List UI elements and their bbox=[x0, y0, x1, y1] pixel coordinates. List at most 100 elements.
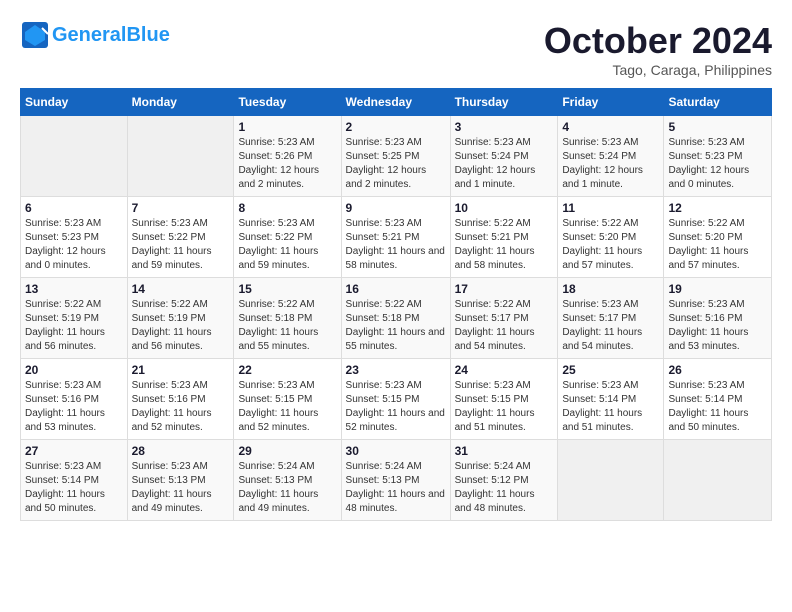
cell-info: Sunrise: 5:23 AM Sunset: 5:23 PM Dayligh… bbox=[668, 136, 767, 192]
calendar-cell: 22Sunrise: 5:23 AM Sunset: 5:15 PM Dayli… bbox=[234, 359, 341, 440]
day-number: 2 bbox=[346, 120, 446, 134]
cell-info: Sunrise: 5:22 AM Sunset: 5:20 PM Dayligh… bbox=[668, 217, 767, 273]
cell-info: Sunrise: 5:23 AM Sunset: 5:15 PM Dayligh… bbox=[346, 379, 446, 435]
calendar-cell bbox=[21, 116, 128, 197]
logo: GeneralBlue bbox=[20, 20, 170, 50]
calendar-week-row: 1 Sunrise: 5:23 AM Sunset: 5:26 PM Daylig… bbox=[21, 116, 772, 197]
day-number: 31 bbox=[455, 444, 554, 458]
cell-info: Sunrise: 5:23 AM Sunset: 5:26 PM Dayligh… bbox=[238, 136, 336, 192]
cell-info: Sunrise: 5:22 AM Sunset: 5:21 PM Dayligh… bbox=[455, 217, 554, 273]
day-number: 11 bbox=[562, 201, 659, 215]
day-number: 23 bbox=[346, 363, 446, 377]
title-block: October 2024 Tago, Caraga, Philippines bbox=[544, 20, 772, 78]
column-header-friday: Friday bbox=[558, 89, 664, 116]
logo-text-blue: Blue bbox=[126, 24, 169, 46]
calendar-cell: 24 Sunrise: 5:23 AM Sunset: 5:15 PM Dayli… bbox=[450, 359, 558, 440]
calendar-cell: 17 Sunrise: 5:22 AM Sunset: 5:17 PM Dayli… bbox=[450, 278, 558, 359]
day-number: 17 bbox=[455, 282, 554, 296]
calendar-cell: 28 Sunrise: 5:23 AM Sunset: 5:13 PM Dayli… bbox=[127, 440, 234, 521]
calendar-cell: 1 Sunrise: 5:23 AM Sunset: 5:26 PM Daylig… bbox=[234, 116, 341, 197]
calendar-cell: 20 Sunrise: 5:23 AM Sunset: 5:16 PM Dayli… bbox=[21, 359, 128, 440]
column-header-tuesday: Tuesday bbox=[234, 89, 341, 116]
logo-icon bbox=[20, 20, 50, 50]
cell-info: Sunrise: 5:23 AM Sunset: 5:21 PM Dayligh… bbox=[346, 217, 446, 273]
calendar-week-row: 13 Sunrise: 5:22 AM Sunset: 5:19 PM Dayli… bbox=[21, 278, 772, 359]
day-number: 24 bbox=[455, 363, 554, 377]
calendar-cell: 26 Sunrise: 5:23 AM Sunset: 5:14 PM Dayli… bbox=[664, 359, 772, 440]
cell-info: Sunrise: 5:23 AM Sunset: 5:14 PM Dayligh… bbox=[562, 379, 659, 435]
cell-info: Sunrise: 5:22 AM Sunset: 5:20 PM Dayligh… bbox=[562, 217, 659, 273]
day-number: 16 bbox=[346, 282, 446, 296]
calendar-cell: 3Sunrise: 5:23 AM Sunset: 5:24 PM Daylig… bbox=[450, 116, 558, 197]
calendar-header-row: SundayMondayTuesdayWednesdayThursdayFrid… bbox=[21, 89, 772, 116]
calendar-cell: 23 Sunrise: 5:23 AM Sunset: 5:15 PM Dayli… bbox=[341, 359, 450, 440]
logo-text: GeneralBlue bbox=[52, 24, 170, 47]
location: Tago, Caraga, Philippines bbox=[544, 62, 772, 78]
cell-info: Sunrise: 5:22 AM Sunset: 5:18 PM Dayligh… bbox=[346, 298, 446, 354]
cell-info: Sunrise: 5:23 AM Sunset: 5:25 PM Dayligh… bbox=[346, 136, 446, 192]
cell-info: Sunrise: 5:22 AM Sunset: 5:17 PM Dayligh… bbox=[455, 298, 554, 354]
day-number: 6 bbox=[25, 201, 123, 215]
day-number: 1 bbox=[238, 120, 336, 134]
cell-info: Sunrise: 5:23 AM Sunset: 5:22 PM Dayligh… bbox=[238, 217, 336, 273]
cell-info: Sunrise: 5:23 AM Sunset: 5:16 PM Dayligh… bbox=[132, 379, 230, 435]
cell-info: Sunrise: 5:24 AM Sunset: 5:13 PM Dayligh… bbox=[346, 460, 446, 516]
calendar-cell bbox=[664, 440, 772, 521]
calendar-cell: 13 Sunrise: 5:22 AM Sunset: 5:19 PM Dayli… bbox=[21, 278, 128, 359]
day-number: 5 bbox=[668, 120, 767, 134]
column-header-saturday: Saturday bbox=[664, 89, 772, 116]
month-title: October 2024 bbox=[544, 20, 772, 62]
cell-info: Sunrise: 5:22 AM Sunset: 5:19 PM Dayligh… bbox=[132, 298, 230, 354]
calendar-cell: 5 Sunrise: 5:23 AM Sunset: 5:23 PM Daylig… bbox=[664, 116, 772, 197]
day-number: 28 bbox=[132, 444, 230, 458]
column-header-monday: Monday bbox=[127, 89, 234, 116]
cell-info: Sunrise: 5:23 AM Sunset: 5:24 PM Dayligh… bbox=[562, 136, 659, 192]
cell-info: Sunrise: 5:22 AM Sunset: 5:18 PM Dayligh… bbox=[238, 298, 336, 354]
day-number: 4 bbox=[562, 120, 659, 134]
cell-info: Sunrise: 5:23 AM Sunset: 5:16 PM Dayligh… bbox=[25, 379, 123, 435]
calendar-cell: 27Sunrise: 5:23 AM Sunset: 5:14 PM Dayli… bbox=[21, 440, 128, 521]
calendar-cell: 16 Sunrise: 5:22 AM Sunset: 5:18 PM Dayli… bbox=[341, 278, 450, 359]
day-number: 22 bbox=[238, 363, 336, 377]
calendar-cell: 11 Sunrise: 5:22 AM Sunset: 5:20 PM Dayli… bbox=[558, 197, 664, 278]
calendar-cell: 25 Sunrise: 5:23 AM Sunset: 5:14 PM Dayli… bbox=[558, 359, 664, 440]
day-number: 29 bbox=[238, 444, 336, 458]
calendar-cell: 10 Sunrise: 5:22 AM Sunset: 5:21 PM Dayli… bbox=[450, 197, 558, 278]
day-number: 8 bbox=[238, 201, 336, 215]
calendar-cell: 4 Sunrise: 5:23 AM Sunset: 5:24 PM Daylig… bbox=[558, 116, 664, 197]
day-number: 9 bbox=[346, 201, 446, 215]
day-number: 7 bbox=[132, 201, 230, 215]
calendar-cell: 19Sunrise: 5:23 AM Sunset: 5:16 PM Dayli… bbox=[664, 278, 772, 359]
cell-info: Sunrise: 5:22 AM Sunset: 5:19 PM Dayligh… bbox=[25, 298, 123, 354]
calendar-cell: 2 Sunrise: 5:23 AM Sunset: 5:25 PM Daylig… bbox=[341, 116, 450, 197]
day-number: 10 bbox=[455, 201, 554, 215]
cell-info: Sunrise: 5:24 AM Sunset: 5:13 PM Dayligh… bbox=[238, 460, 336, 516]
column-header-sunday: Sunday bbox=[21, 89, 128, 116]
calendar-table: SundayMondayTuesdayWednesdayThursdayFrid… bbox=[20, 88, 772, 521]
calendar-week-row: 27Sunrise: 5:23 AM Sunset: 5:14 PM Dayli… bbox=[21, 440, 772, 521]
column-header-wednesday: Wednesday bbox=[341, 89, 450, 116]
day-number: 25 bbox=[562, 363, 659, 377]
calendar-week-row: 20 Sunrise: 5:23 AM Sunset: 5:16 PM Dayli… bbox=[21, 359, 772, 440]
day-number: 20 bbox=[25, 363, 123, 377]
day-number: 21 bbox=[132, 363, 230, 377]
day-number: 26 bbox=[668, 363, 767, 377]
calendar-cell: 15Sunrise: 5:22 AM Sunset: 5:18 PM Dayli… bbox=[234, 278, 341, 359]
day-number: 18 bbox=[562, 282, 659, 296]
calendar-cell: 18Sunrise: 5:23 AM Sunset: 5:17 PM Dayli… bbox=[558, 278, 664, 359]
cell-info: Sunrise: 5:23 AM Sunset: 5:22 PM Dayligh… bbox=[132, 217, 230, 273]
cell-info: Sunrise: 5:23 AM Sunset: 5:13 PM Dayligh… bbox=[132, 460, 230, 516]
calendar-cell: 29 Sunrise: 5:24 AM Sunset: 5:13 PM Dayli… bbox=[234, 440, 341, 521]
cell-info: Sunrise: 5:23 AM Sunset: 5:24 PM Dayligh… bbox=[455, 136, 554, 192]
cell-info: Sunrise: 5:23 AM Sunset: 5:14 PM Dayligh… bbox=[25, 460, 123, 516]
day-number: 12 bbox=[668, 201, 767, 215]
calendar-cell: 31Sunrise: 5:24 AM Sunset: 5:12 PM Dayli… bbox=[450, 440, 558, 521]
logo-text-general: General bbox=[52, 24, 126, 46]
page-header: GeneralBlue October 2024 Tago, Caraga, P… bbox=[20, 20, 772, 78]
day-number: 13 bbox=[25, 282, 123, 296]
day-number: 19 bbox=[668, 282, 767, 296]
day-number: 14 bbox=[132, 282, 230, 296]
calendar-cell: 6Sunrise: 5:23 AM Sunset: 5:23 PM Daylig… bbox=[21, 197, 128, 278]
cell-info: Sunrise: 5:23 AM Sunset: 5:15 PM Dayligh… bbox=[455, 379, 554, 435]
cell-info: Sunrise: 5:23 AM Sunset: 5:14 PM Dayligh… bbox=[668, 379, 767, 435]
